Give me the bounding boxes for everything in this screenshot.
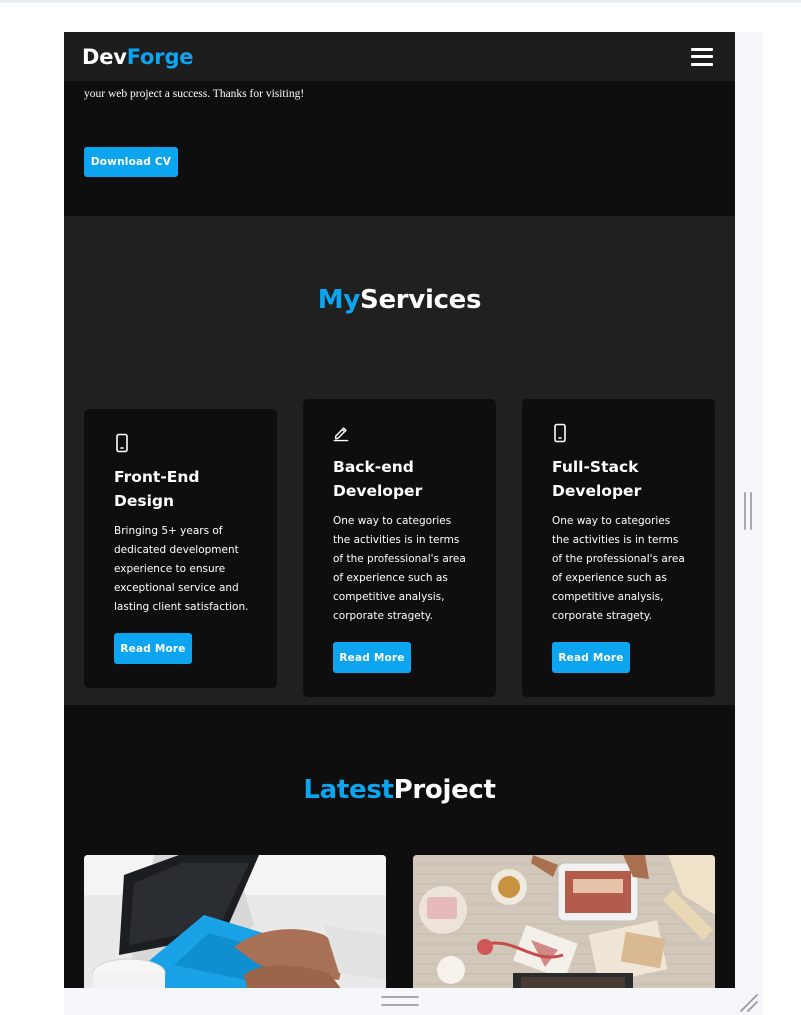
laptop-typing-photo bbox=[84, 855, 386, 988]
hero-text: your web project a success. Thanks for v… bbox=[84, 88, 305, 100]
pencil-icon bbox=[333, 427, 349, 442]
hero-section: your web project a success. Thanks for v… bbox=[64, 81, 735, 216]
service-card-title: Back-end Developer bbox=[333, 458, 423, 500]
page-viewport: DevForge your web project a success. Tha… bbox=[64, 32, 735, 988]
brand-accent: Forge bbox=[126, 44, 194, 69]
browser-top-border bbox=[0, 0, 801, 3]
vertical-resize-grip[interactable] bbox=[744, 492, 752, 530]
service-card-backend: Back-end Developer One way to categories… bbox=[303, 399, 496, 697]
navbar: DevForge bbox=[64, 32, 735, 81]
service-card-description: Bringing 5+ years of dedicated developme… bbox=[114, 525, 249, 613]
service-card-fullstack: Full-Stack Developer One way to categori… bbox=[522, 399, 715, 697]
services-title: MyServices bbox=[64, 285, 735, 315]
services-title-main: Services bbox=[360, 285, 482, 315]
desk-flatlay-photo bbox=[413, 855, 715, 988]
service-card-description: One way to categories the activities is … bbox=[552, 515, 685, 622]
project-image-desk[interactable] bbox=[413, 855, 715, 988]
brand-main: Dev bbox=[82, 44, 127, 69]
horizontal-resize-grip[interactable] bbox=[381, 996, 419, 1006]
services-section: MyServices Front-End Design Bringing 5+ … bbox=[64, 216, 735, 705]
services-title-accent: My bbox=[317, 285, 361, 315]
read-more-button[interactable]: Read More bbox=[333, 642, 411, 673]
mobile-icon bbox=[116, 433, 128, 453]
projects-title-main: Project bbox=[393, 775, 496, 805]
mobile-icon bbox=[554, 423, 566, 443]
projects-section: LatestProject bbox=[64, 705, 735, 988]
service-card-title: Front-End Design bbox=[114, 468, 200, 510]
hamburger-icon[interactable] bbox=[691, 47, 713, 66]
resize-corner-icon[interactable] bbox=[739, 993, 759, 1013]
service-card-title: Full-Stack Developer bbox=[552, 458, 642, 500]
brand-logo[interactable]: DevForge bbox=[82, 44, 194, 69]
service-card-description: One way to categories the activities is … bbox=[333, 515, 466, 622]
download-cv-button[interactable]: Download CV bbox=[84, 147, 178, 177]
projects-title: LatestProject bbox=[64, 775, 735, 805]
read-more-button[interactable]: Read More bbox=[114, 633, 192, 664]
service-card-frontend: Front-End Design Bringing 5+ years of de… bbox=[84, 409, 277, 688]
read-more-button[interactable]: Read More bbox=[552, 642, 630, 673]
projects-title-accent: Latest bbox=[303, 775, 394, 805]
project-image-laptop[interactable] bbox=[84, 855, 386, 988]
